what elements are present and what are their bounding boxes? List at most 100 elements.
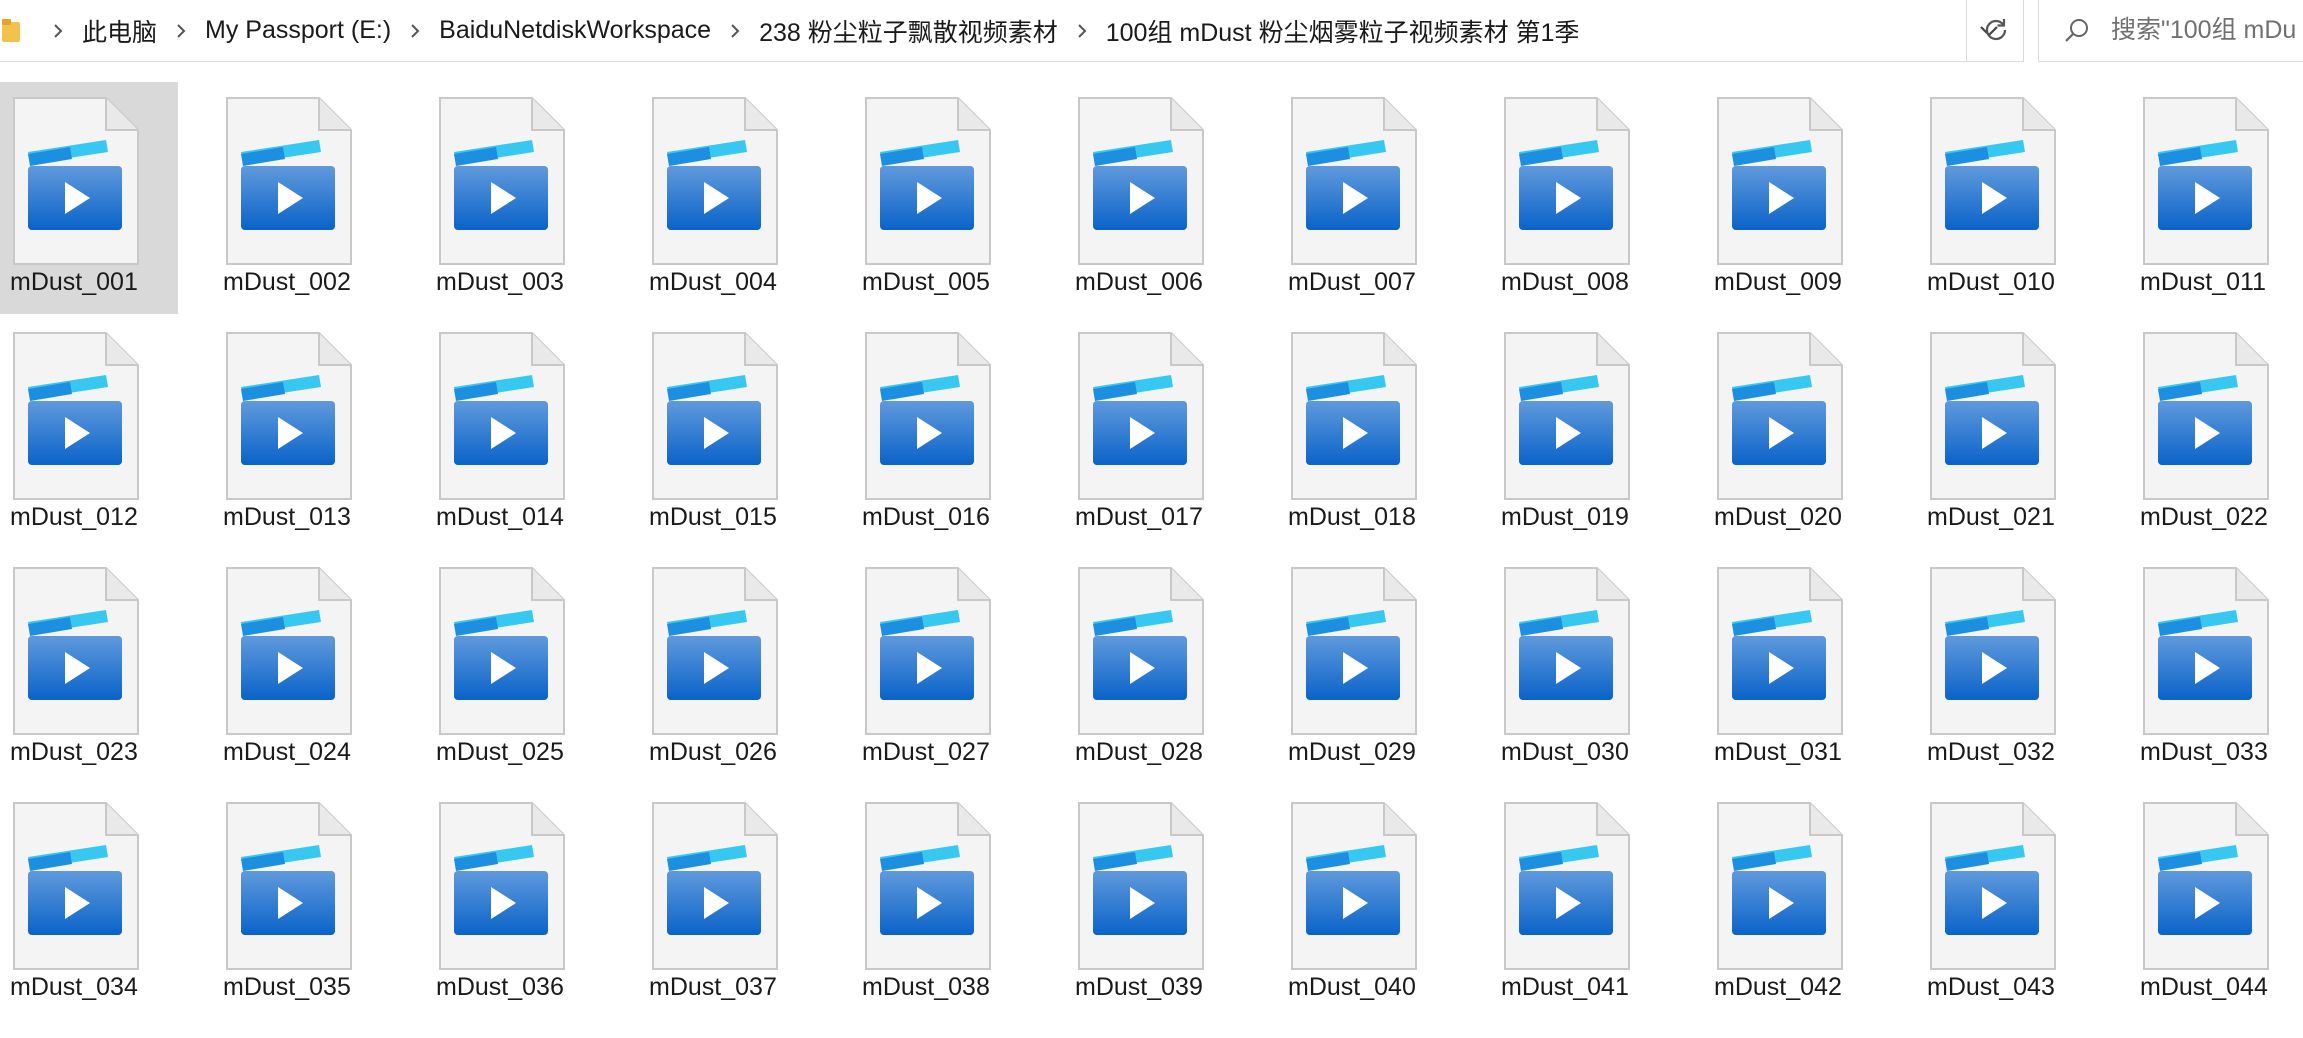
video-file-icon: [1075, 331, 1205, 501]
file-item[interactable]: mDust_006: [1065, 82, 1243, 317]
file-item[interactable]: mDust_042: [1704, 787, 1882, 1022]
file-item[interactable]: mDust_019: [1491, 317, 1669, 552]
file-item[interactable]: mDust_044: [2130, 787, 2303, 1022]
search-box[interactable]: [2038, 0, 2303, 62]
file-name: mDust_030: [1501, 738, 1629, 766]
file-item[interactable]: mDust_043: [1917, 787, 2095, 1022]
file-item[interactable]: mDust_037: [639, 787, 817, 1022]
file-item[interactable]: mDust_038: [852, 787, 1030, 1022]
file-item[interactable]: mDust_031: [1704, 552, 1882, 787]
file-item[interactable]: mDust_016: [852, 317, 1030, 552]
file-name: mDust_001: [10, 268, 138, 296]
file-item[interactable]: mDust_025: [426, 552, 604, 787]
file-item[interactable]: mDust_040: [1278, 787, 1456, 1022]
file-name: mDust_037: [649, 973, 777, 1001]
file-item[interactable]: mDust_015: [639, 317, 817, 552]
video-file-icon: [223, 566, 353, 736]
file-name: mDust_014: [436, 503, 564, 531]
video-file-icon: [1075, 801, 1205, 971]
breadcrumb-item[interactable]: My Passport (E:): [201, 16, 395, 45]
file-item[interactable]: mDust_030: [1491, 552, 1669, 787]
file-item[interactable]: mDust_014: [426, 317, 604, 552]
video-file-icon: [862, 801, 992, 971]
file-item[interactable]: mDust_011: [2130, 82, 2303, 317]
video-file-icon: [1501, 331, 1631, 501]
file-item[interactable]: mDust_028: [1065, 552, 1243, 787]
file-item[interactable]: mDust_017: [1065, 317, 1243, 552]
file-item[interactable]: mDust_035: [213, 787, 391, 1022]
file-item[interactable]: mDust_039: [1065, 787, 1243, 1022]
file-name: mDust_031: [1714, 738, 1842, 766]
file-item[interactable]: mDust_008: [1491, 82, 1669, 317]
video-file-icon: [2140, 566, 2270, 736]
refresh-icon: [1983, 16, 2009, 47]
video-file-icon: [223, 801, 353, 971]
video-file-icon: [1501, 96, 1631, 266]
breadcrumb-item[interactable]: 100组 mDust 粉尘烟雾粒子视频素材 第1季: [1102, 13, 1584, 49]
file-item[interactable]: mDust_012: [0, 317, 178, 552]
file-name: mDust_044: [2140, 973, 2268, 1001]
file-item[interactable]: mDust_009: [1704, 82, 1882, 317]
file-name: mDust_036: [436, 973, 564, 1001]
video-file-icon: [862, 331, 992, 501]
search-input[interactable]: [2111, 16, 2303, 45]
file-name: mDust_027: [862, 738, 990, 766]
chevron-right-icon[interactable]: [171, 21, 191, 41]
file-item[interactable]: mDust_002: [213, 82, 391, 317]
chevron-right-icon[interactable]: [725, 21, 745, 41]
file-item[interactable]: mDust_036: [426, 787, 604, 1022]
file-item[interactable]: mDust_021: [1917, 317, 2095, 552]
file-item[interactable]: mDust_020: [1704, 317, 1882, 552]
file-item[interactable]: mDust_024: [213, 552, 391, 787]
breadcrumb-item[interactable]: 此电脑: [78, 13, 161, 49]
file-item[interactable]: mDust_029: [1278, 552, 1456, 787]
file-item[interactable]: mDust_027: [852, 552, 1030, 787]
video-file-icon: [436, 566, 566, 736]
file-name: mDust_035: [223, 973, 351, 1001]
file-item[interactable]: mDust_010: [1917, 82, 2095, 317]
file-name: mDust_012: [10, 503, 138, 531]
video-file-icon: [436, 801, 566, 971]
file-item[interactable]: mDust_018: [1278, 317, 1456, 552]
chevron-right-icon[interactable]: [48, 21, 68, 41]
video-file-icon: [1501, 801, 1631, 971]
file-name: mDust_004: [649, 268, 777, 296]
address-bar[interactable]: 此电脑 My Passport (E:) BaiduNetdiskWorkspace…: [0, 0, 2024, 62]
video-file-icon: [2140, 96, 2270, 266]
file-item[interactable]: mDust_032: [1917, 552, 2095, 787]
video-file-icon: [649, 331, 779, 501]
file-item[interactable]: mDust_001: [0, 82, 178, 314]
file-name: mDust_009: [1714, 268, 1842, 296]
video-file-icon: [2140, 331, 2270, 501]
video-file-icon: [10, 331, 140, 501]
file-item[interactable]: mDust_004: [639, 82, 817, 317]
video-file-icon: [649, 96, 779, 266]
file-item[interactable]: mDust_041: [1491, 787, 1669, 1022]
chevron-right-icon[interactable]: [405, 21, 425, 41]
file-name: mDust_011: [2140, 268, 2266, 296]
video-file-icon: [10, 96, 140, 266]
file-name: mDust_040: [1288, 973, 1416, 1001]
video-file-icon: [10, 801, 140, 971]
refresh-button[interactable]: [1966, 0, 2024, 62]
video-file-icon: [1714, 801, 1844, 971]
file-item[interactable]: mDust_033: [2130, 552, 2303, 787]
file-item[interactable]: mDust_026: [639, 552, 817, 787]
file-item[interactable]: mDust_034: [0, 787, 178, 1022]
video-file-icon: [862, 96, 992, 266]
video-file-icon: [1714, 566, 1844, 736]
file-item[interactable]: mDust_023: [0, 552, 178, 787]
breadcrumb: 此电脑 My Passport (E:) BaiduNetdiskWorkspace…: [38, 13, 1969, 49]
breadcrumb-item[interactable]: BaiduNetdiskWorkspace: [435, 16, 715, 45]
video-file-icon: [223, 96, 353, 266]
video-file-icon: [1288, 96, 1418, 266]
file-name: mDust_019: [1501, 503, 1629, 531]
breadcrumb-item[interactable]: 238 粉尘粒子飘散视频素材: [755, 13, 1062, 49]
chevron-right-icon[interactable]: [1072, 21, 1092, 41]
file-name: mDust_033: [2140, 738, 2268, 766]
file-item[interactable]: mDust_022: [2130, 317, 2303, 552]
file-item[interactable]: mDust_013: [213, 317, 391, 552]
file-item[interactable]: mDust_007: [1278, 82, 1456, 317]
file-item[interactable]: mDust_005: [852, 82, 1030, 317]
file-item[interactable]: mDust_003: [426, 82, 604, 317]
